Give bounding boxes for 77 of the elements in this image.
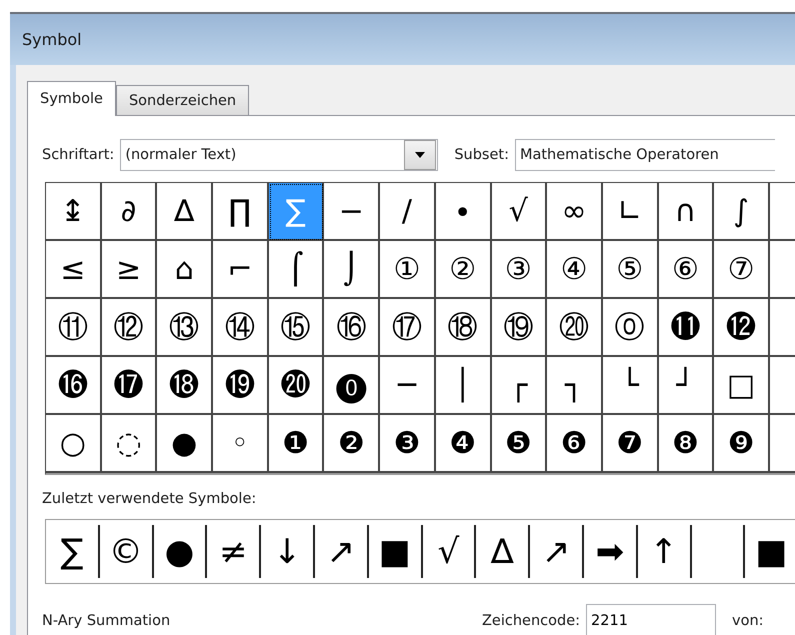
symbol-cell[interactable]: √ [492, 183, 548, 241]
subset-label: Subset: [454, 147, 509, 163]
symbol-cell[interactable]: ⑭ [213, 299, 269, 357]
symbol-cell[interactable]: ∙ [436, 183, 492, 241]
font-dropdown[interactable]: (normaler Text) [120, 139, 438, 171]
symbol-cell[interactable]: ⓲ [157, 357, 214, 415]
subset-dropdown[interactable]: Mathematische Operatoren [514, 139, 775, 171]
dropdown-arrow-icon [415, 152, 426, 158]
symbol-cell[interactable]: ❼ [602, 415, 659, 473]
symbol-cell[interactable]: │ [436, 357, 492, 415]
symbol-cell[interactable]: ≤ [46, 241, 102, 299]
symbol-cell[interactable]: ┐ [547, 357, 603, 415]
symbol-cell[interactable]: ⑤ [602, 241, 659, 299]
symbol-cell[interactable]: ∟ [602, 183, 659, 241]
tab[interactable]: Symbole [27, 81, 116, 116]
symbol-cell[interactable]: └ [602, 357, 659, 415]
from-label: von: [732, 613, 764, 629]
symbol-cell[interactable]: ① [380, 241, 436, 299]
symbol-cell[interactable]: ⑳ [547, 299, 603, 357]
symbol-cell[interactable]: ┘ [658, 357, 714, 415]
symbol-cell[interactable]: ❷ [324, 415, 380, 473]
symbol-cell[interactable]: ● [157, 415, 214, 473]
symbol-cell[interactable]: ⑲ [492, 299, 548, 357]
char-code-field[interactable]: 2211 [586, 604, 716, 635]
tab[interactable]: Sonderzeichen [116, 85, 250, 115]
symbol-cell[interactable]: ≥ [102, 241, 158, 299]
symbol-cell[interactable]: ❹ [436, 415, 492, 473]
symbol-cell[interactable]: ④ [547, 241, 603, 299]
symbol-cell[interactable]: ┌ [492, 357, 548, 415]
symbol-cell[interactable]: ③ [492, 241, 548, 299]
symbol-cell[interactable]: ∞ [547, 183, 603, 241]
symbol-cell[interactable]: ↨ [46, 183, 102, 241]
symbol-cell[interactable]: ② [436, 241, 492, 299]
symbol-cell[interactable]: ⓿ [324, 357, 380, 415]
symbol-cell[interactable]: ❺ [492, 415, 548, 473]
symbol-cell[interactable]: ◌ [102, 415, 158, 473]
symbol-cell[interactable]: ─ [380, 357, 436, 415]
symbol-cell[interactable]: ❻ [547, 415, 603, 473]
symbol-cell[interactable]: ∕ [380, 183, 436, 241]
symbol-cell[interactable]: ⑥ [658, 241, 714, 299]
symbol-cell[interactable]: ∂ [102, 183, 158, 241]
window-title: Symbol [22, 30, 82, 49]
symbol-cell[interactable]: ❽ [658, 415, 714, 473]
symbol-cell[interactable]: ⑫ [102, 299, 158, 357]
symbol-cell[interactable]: ⌂ [157, 241, 214, 299]
font-label: Schriftart: [42, 147, 114, 163]
symbol-cell[interactable]: ∆ [157, 183, 214, 241]
symbol-cell[interactable]: ⓱ [102, 357, 158, 415]
symbol-cell[interactable]: ⑮ [268, 299, 324, 357]
symbol-cell[interactable]: ⑦ [714, 241, 770, 299]
symbol-cell[interactable]: ◦ [213, 415, 269, 473]
symbol-cell[interactable]: ❾ [714, 415, 770, 473]
symbol-cell[interactable]: □ [714, 357, 770, 415]
symbol-cell[interactable]: ⌠ [268, 241, 324, 299]
symbol-cell[interactable]: ⑬ [157, 299, 214, 357]
symbol-cell[interactable]: ⑪ [46, 299, 102, 357]
char-code-label: Zeichencode: [482, 613, 580, 629]
symbol-cell[interactable]: ⓫ [658, 299, 714, 357]
symbol-cell[interactable]: − [324, 183, 380, 241]
symbol-cell[interactable]: ⓳ [213, 357, 269, 415]
symbol-cell[interactable]: ○ [46, 415, 102, 473]
dropdown-button[interactable] [404, 140, 436, 170]
recent-symbols-label: Zuletzt verwendete Symbole: [42, 491, 258, 509]
symbol-cell[interactable]: ⓬ [714, 299, 770, 357]
symbol-cell[interactable]: ∩ [658, 183, 714, 241]
character-name: N-Ary Summation [42, 613, 172, 629]
symbol-cell[interactable]: ❶ [268, 415, 324, 473]
symbol-cell[interactable]: ⌡ [324, 241, 380, 299]
symbol-cell[interactable]: ⓰ [46, 357, 102, 415]
symbol-cell[interactable]: ⑱ [436, 299, 492, 357]
symbol-cell[interactable]: ⑯ [324, 299, 380, 357]
symbol-cell[interactable]: ⑰ [380, 299, 436, 357]
symbol-cell[interactable]: ∫ [714, 183, 770, 241]
symbol-cell[interactable]: ⓴ [268, 357, 324, 415]
symbol-cell[interactable]: ⓪ [602, 299, 659, 357]
symbol-cell[interactable]: ⌐ [213, 241, 269, 299]
symbol-cell[interactable]: ❸ [380, 415, 436, 473]
